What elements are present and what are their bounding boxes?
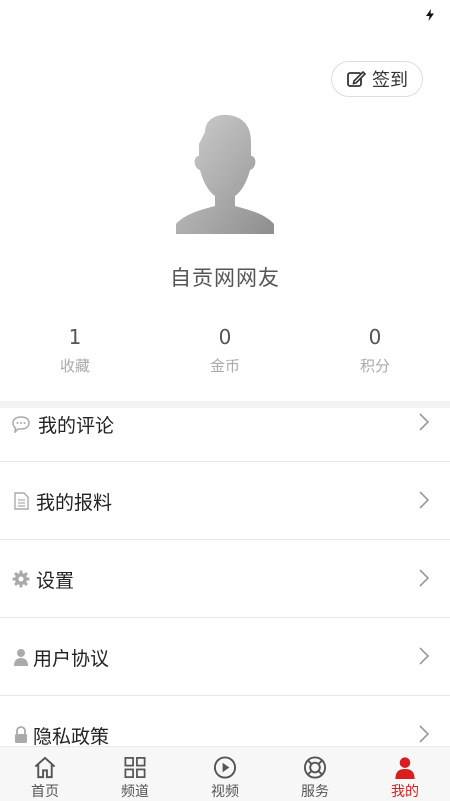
checkin-button[interactable]: 签到 xyxy=(331,61,423,97)
chevron-right-icon xyxy=(419,725,430,743)
gear-icon xyxy=(12,570,30,588)
avatar[interactable] xyxy=(175,114,275,234)
checkin-label: 签到 xyxy=(372,70,408,91)
stat-coins[interactable]: 0 金币 xyxy=(150,325,300,376)
menu-item-settings[interactable]: 设置 xyxy=(0,540,450,618)
menu-item-label: 设置 xyxy=(36,570,75,592)
stat-value: 1 xyxy=(68,325,82,349)
stat-label: 积分 xyxy=(359,357,390,375)
tab-label: 服务 xyxy=(301,784,329,800)
menu-item-my-reports[interactable]: 我的报料 xyxy=(0,462,450,540)
lifebuoy-icon xyxy=(303,756,327,779)
lock-icon xyxy=(15,726,27,743)
tab-video[interactable]: 视频 xyxy=(180,747,270,801)
tab-label: 频道 xyxy=(121,784,149,800)
edit-icon xyxy=(347,70,366,87)
menu-item-my-comments[interactable]: 我的评论 xyxy=(0,408,450,462)
stats-row: 1 收藏 0 金币 0 积分 xyxy=(0,325,450,385)
chevron-right-icon xyxy=(419,569,430,587)
status-bar xyxy=(0,0,450,30)
comment-icon xyxy=(12,416,30,433)
tab-services[interactable]: 服务 xyxy=(270,747,360,801)
menu-item-user-agreement[interactable]: 用户协议 xyxy=(0,618,450,696)
chevron-right-icon xyxy=(419,491,430,509)
stat-label: 金币 xyxy=(209,357,240,375)
stat-label: 收藏 xyxy=(59,357,90,375)
menu-item-label: 我的报料 xyxy=(36,492,113,514)
chevron-right-icon xyxy=(419,647,430,665)
menu-item-label: 用户协议 xyxy=(33,648,110,670)
tab-mine[interactable]: 我的 xyxy=(360,747,450,801)
chevron-right-icon xyxy=(419,413,430,431)
section-divider xyxy=(0,401,450,408)
tab-label: 视频 xyxy=(211,784,239,800)
charging-icon xyxy=(426,9,434,21)
menu-item-label: 隐私政策 xyxy=(33,726,110,748)
play-icon xyxy=(213,756,237,779)
tab-label: 首页 xyxy=(31,784,59,800)
document-icon xyxy=(14,492,29,510)
menu-item-label: 我的评论 xyxy=(38,415,115,437)
tab-home[interactable]: 首页 xyxy=(0,747,90,801)
person-icon xyxy=(395,757,415,780)
tab-label: 我的 xyxy=(391,784,419,800)
grid-icon xyxy=(124,757,146,778)
username: 自贡网网友 xyxy=(170,266,280,290)
stat-value: 0 xyxy=(218,325,232,349)
menu-list: 我的评论 我的报料 设置 用户协议 隐私政策 xyxy=(0,408,450,774)
user-icon xyxy=(14,649,28,666)
home-icon xyxy=(34,756,56,779)
stat-favorites[interactable]: 1 收藏 xyxy=(0,325,150,376)
stat-points[interactable]: 0 积分 xyxy=(300,325,450,376)
tab-channels[interactable]: 频道 xyxy=(90,747,180,801)
bottom-tab-bar: 首页 频道 视频 服务 我的 xyxy=(0,746,450,801)
stat-value: 0 xyxy=(368,325,382,349)
